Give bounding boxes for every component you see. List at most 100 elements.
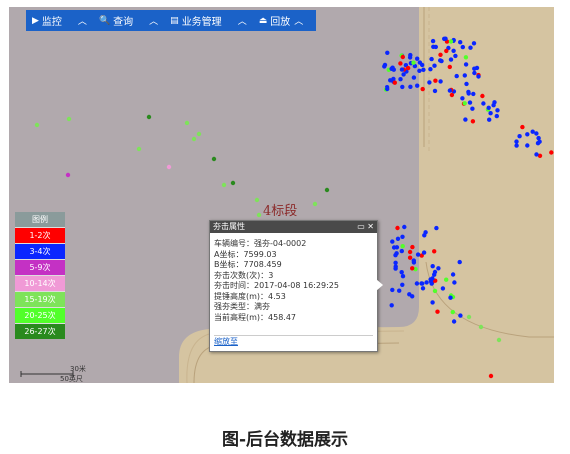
tamping-point[interactable] bbox=[432, 249, 437, 254]
tamping-point[interactable] bbox=[448, 295, 453, 300]
tamping-point[interactable] bbox=[536, 135, 541, 141]
tamping-point[interactable] bbox=[467, 100, 473, 105]
tamping-point[interactable] bbox=[395, 225, 400, 231]
tamping-point[interactable] bbox=[430, 300, 435, 305]
tamping-point[interactable] bbox=[399, 270, 404, 275]
tamping-point[interactable] bbox=[435, 309, 440, 314]
tamping-point[interactable] bbox=[514, 139, 519, 144]
tamping-point[interactable] bbox=[196, 131, 202, 137]
tamping-point[interactable] bbox=[450, 272, 456, 277]
tamping-point[interactable] bbox=[464, 81, 469, 87]
tamping-point[interactable] bbox=[448, 57, 454, 62]
tamping-point[interactable] bbox=[400, 84, 405, 90]
tamping-point[interactable] bbox=[399, 248, 404, 254]
tamping-point[interactable] bbox=[415, 56, 420, 61]
tamping-point[interactable] bbox=[66, 116, 72, 122]
tamping-point[interactable] bbox=[421, 67, 426, 72]
tamping-point[interactable] bbox=[166, 164, 172, 170]
tamping-point[interactable] bbox=[447, 88, 453, 93]
tamping-point[interactable] bbox=[411, 60, 416, 65]
tamping-point[interactable] bbox=[430, 276, 435, 281]
tamping-point[interactable] bbox=[432, 88, 438, 94]
tamping-point[interactable] bbox=[424, 280, 429, 285]
chevron-up-icon[interactable]: ︿ bbox=[238, 14, 247, 27]
tamping-point[interactable] bbox=[460, 44, 465, 50]
tamping-point[interactable] bbox=[478, 324, 484, 330]
tamping-point[interactable] bbox=[415, 83, 420, 88]
tamping-point[interactable] bbox=[451, 319, 457, 324]
tamping-point[interactable] bbox=[431, 44, 436, 49]
tamping-point[interactable] bbox=[400, 54, 405, 60]
tamping-point[interactable] bbox=[407, 249, 413, 255]
tamping-point[interactable] bbox=[385, 50, 390, 55]
tamping-point[interactable] bbox=[450, 309, 455, 315]
tamping-point[interactable] bbox=[382, 64, 387, 69]
tamping-point[interactable] bbox=[494, 113, 499, 119]
tamping-point[interactable] bbox=[400, 244, 405, 249]
tamping-point[interactable] bbox=[407, 255, 413, 260]
tamping-point[interactable] bbox=[402, 224, 407, 230]
tamping-point[interactable] bbox=[471, 91, 476, 97]
tamping-point[interactable] bbox=[136, 146, 142, 152]
tamping-point[interactable] bbox=[411, 75, 417, 80]
tamping-point[interactable] bbox=[463, 117, 468, 122]
tamping-point[interactable] bbox=[549, 150, 554, 155]
tamping-point[interactable] bbox=[453, 53, 458, 59]
tamping-point[interactable] bbox=[407, 55, 413, 60]
tamping-point[interactable] bbox=[462, 101, 467, 106]
tamping-point[interactable] bbox=[221, 182, 227, 188]
tamping-point[interactable] bbox=[393, 260, 398, 265]
tamping-point[interactable] bbox=[191, 136, 197, 142]
tamping-point[interactable] bbox=[411, 260, 417, 265]
monitor-menu[interactable]: ▶ 监控 ︿ bbox=[26, 10, 93, 31]
tamping-point[interactable] bbox=[397, 288, 402, 293]
tamping-point[interactable] bbox=[312, 201, 318, 207]
tamping-point[interactable] bbox=[230, 180, 236, 186]
tamping-point[interactable] bbox=[385, 86, 390, 92]
tamping-point[interactable] bbox=[444, 277, 449, 282]
tamping-point[interactable] bbox=[390, 65, 395, 70]
tamping-point[interactable] bbox=[432, 63, 437, 68]
tamping-point[interactable] bbox=[394, 251, 399, 256]
tamping-point[interactable] bbox=[407, 292, 412, 297]
tamping-point[interactable] bbox=[433, 78, 438, 83]
tamping-point[interactable] bbox=[443, 36, 448, 41]
tamping-point[interactable] bbox=[495, 108, 500, 113]
tamping-point[interactable] bbox=[417, 60, 423, 65]
tamping-point[interactable] bbox=[388, 78, 393, 83]
tamping-point[interactable] bbox=[256, 212, 262, 218]
tamping-point[interactable] bbox=[470, 119, 476, 124]
tamping-point[interactable] bbox=[449, 92, 455, 98]
tamping-point[interactable] bbox=[254, 197, 260, 203]
tamping-point[interactable] bbox=[466, 91, 471, 96]
tamping-point[interactable] bbox=[146, 114, 152, 120]
tamping-point[interactable] bbox=[480, 93, 485, 99]
tamping-point[interactable] bbox=[460, 96, 465, 101]
tamping-point[interactable] bbox=[414, 281, 420, 286]
tamping-point[interactable] bbox=[398, 61, 403, 66]
tamping-point[interactable] bbox=[428, 67, 433, 72]
tamping-point[interactable] bbox=[534, 152, 539, 157]
tamping-point[interactable] bbox=[392, 80, 397, 85]
tamping-point[interactable] bbox=[457, 259, 462, 265]
tamping-point[interactable] bbox=[393, 264, 398, 269]
tamping-point[interactable] bbox=[458, 313, 463, 318]
tamping-point[interactable] bbox=[470, 106, 475, 111]
tamping-point[interactable] bbox=[447, 64, 452, 70]
tamping-point[interactable] bbox=[451, 48, 456, 53]
tamping-point[interactable] bbox=[463, 62, 469, 67]
tamping-point[interactable] bbox=[410, 244, 415, 250]
tamping-point[interactable] bbox=[398, 77, 403, 82]
tamping-point[interactable] bbox=[488, 111, 493, 116]
tamping-point[interactable] bbox=[440, 286, 446, 291]
tamping-point[interactable] bbox=[430, 38, 436, 44]
tamping-point[interactable] bbox=[427, 80, 432, 85]
tamping-point[interactable] bbox=[410, 266, 415, 271]
tamping-point[interactable] bbox=[525, 143, 530, 148]
tamping-point[interactable] bbox=[400, 274, 406, 279]
tamping-point[interactable] bbox=[415, 252, 421, 257]
chevron-up-icon[interactable]: ︿ bbox=[78, 14, 87, 27]
tamping-point[interactable] bbox=[487, 117, 492, 122]
tamping-point[interactable] bbox=[438, 79, 443, 84]
tamping-point[interactable] bbox=[438, 52, 443, 57]
